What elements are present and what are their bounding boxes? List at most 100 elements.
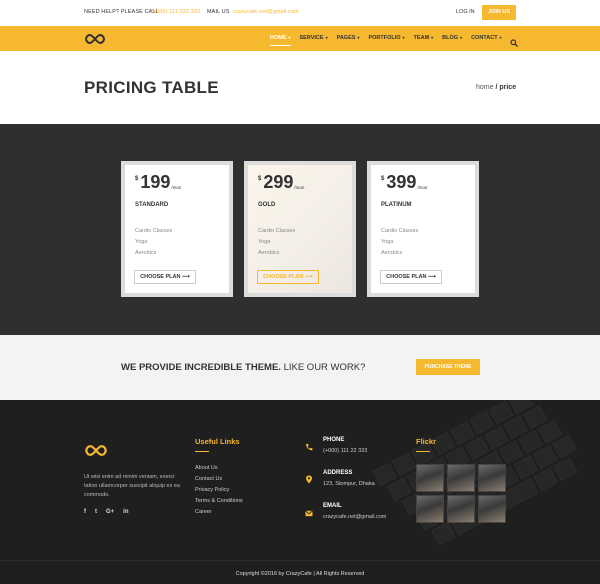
nav-item-label: PAGES	[336, 35, 356, 41]
page-title: PRICING TABLE	[84, 78, 219, 97]
chevron-down-icon: ▾	[431, 35, 434, 40]
plan-price: $ 199 /mon	[135, 173, 181, 191]
plan-feature: Cardio Classes	[381, 228, 419, 234]
search-icon[interactable]	[510, 34, 518, 52]
top-bar: NEED HELP? PLEASE CALL (+000) 111 222 33…	[0, 0, 600, 26]
currency-symbol: $	[258, 176, 262, 182]
chevron-down-icon: ▾	[460, 35, 463, 40]
plan-name: PLATINUM	[381, 202, 412, 208]
breadcrumb: home / price	[476, 84, 516, 91]
plan-feature: Aerobics	[381, 250, 403, 256]
pricing-card-platinum: $ 399 /mon PLATINUM Cardio Classes Yoga …	[367, 161, 479, 297]
pricing-card-gold: $ 299 /mon GOLD Cardio Classes Yoga Aero…	[244, 161, 356, 297]
plan-feature: Aerobics	[135, 250, 157, 256]
map-pin-icon	[305, 471, 313, 489]
choose-plan-button[interactable]: CHOOSE PLAN ⟶	[380, 270, 442, 284]
footer-description: Ut wisi enim ad minim veniam, exerci tat…	[84, 474, 180, 498]
nav-item-label: PORTFOLIO	[368, 35, 401, 41]
nav-item-portfolio[interactable]: PORTFOLIO ▾	[368, 35, 404, 41]
purchase-theme-button[interactable]: PURCHASE THEME	[416, 359, 480, 375]
facebook-icon[interactable]: f	[84, 509, 86, 515]
plan-feature: Aerobics	[258, 250, 280, 256]
currency-symbol: $	[381, 176, 385, 182]
nav-item-label: TEAM	[413, 35, 430, 41]
chevron-down-icon: ▾	[288, 35, 291, 40]
heading-underline	[416, 451, 430, 452]
email-label: EMAIL	[323, 503, 342, 509]
help-phone[interactable]: (+000) 111 222 333	[151, 9, 200, 15]
flickr-photo[interactable]	[416, 495, 444, 523]
pricing-section: $ 199 /mon STANDARD Cardio Classes Yoga …	[0, 124, 600, 335]
useful-links-list: About Us Contact Us Privacy Policy Terms…	[195, 465, 243, 520]
plan-feature: Yoga	[258, 239, 271, 245]
login-link[interactable]: LOG IN	[456, 9, 475, 15]
footer-link-privacy[interactable]: Privacy Policy	[195, 487, 243, 498]
footer-link-career[interactable]: Career	[195, 509, 243, 520]
nav-item-service[interactable]: SERVICE ▾	[300, 35, 328, 41]
nav-item-blog[interactable]: BLOG ▾	[442, 35, 462, 41]
main-nav: HOME ▾ SERVICE ▾ PAGES ▾ PORTFOLIO ▾ TEAM ▾ B…	[0, 26, 600, 51]
nav-item-label: BLOG	[442, 35, 459, 41]
envelope-icon	[305, 504, 313, 522]
help-label: NEED HELP? PLEASE CALL	[84, 9, 159, 15]
pricing-card-standard: $ 199 /mon STANDARD Cardio Classes Yoga …	[121, 161, 233, 297]
copyright-text: Copyright ©2016 by CrazyCafe | All Right…	[235, 571, 365, 577]
mail-link[interactable]: crazycafe.net@gmail.com	[233, 9, 299, 15]
choose-plan-button[interactable]: CHOOSE PLAN ⟶	[257, 270, 319, 284]
join-button[interactable]: JOIN US	[482, 5, 516, 20]
cta-text: WE PROVIDE INCREDIBLE THEME. LIKE OUR WO…	[121, 362, 365, 373]
mail-label: MAIL US	[207, 9, 230, 15]
linkedin-icon[interactable]: in	[123, 509, 128, 515]
phone-icon	[305, 438, 313, 456]
social-links: f t G+ in	[84, 509, 138, 515]
email-value[interactable]: crazycafe.net@gmail.com	[323, 514, 386, 520]
page-header: PRICING TABLE home / price	[0, 51, 600, 124]
plan-price: $ 399 /mon	[381, 173, 427, 191]
price-period: /mon	[171, 185, 182, 190]
plan-feature: Cardio Classes	[135, 228, 173, 234]
chevron-down-icon: ▾	[499, 35, 502, 40]
nav-item-contact[interactable]: CONTACT ▾	[471, 35, 502, 41]
flickr-photo[interactable]	[416, 464, 444, 492]
cta-rest-text: LIKE OUR WORK?	[280, 362, 366, 373]
nav-item-label: SERVICE	[299, 35, 324, 41]
footer-link-terms[interactable]: Terms & Conditions	[195, 498, 243, 509]
flickr-heading: Flickr	[416, 437, 437, 446]
phone-value[interactable]: (+000) 111 22 333	[323, 448, 367, 454]
plan-feature: Yoga	[135, 239, 148, 245]
cta-section: WE PROVIDE INCREDIBLE THEME. LIKE OUR WO…	[0, 335, 600, 400]
price-period: /mon	[417, 185, 428, 190]
nav-menu: HOME ▾ SERVICE ▾ PAGES ▾ PORTFOLIO ▾ TEAM ▾ B…	[270, 35, 511, 46]
plan-feature: Yoga	[381, 239, 394, 245]
price-amount: 199	[140, 172, 171, 192]
flickr-photo[interactable]	[447, 464, 475, 492]
google-plus-icon[interactable]: G+	[106, 509, 114, 515]
nav-item-label: CONTACT	[471, 35, 498, 41]
flickr-photo[interactable]	[478, 464, 506, 492]
useful-links-heading: Useful Links	[195, 437, 240, 446]
heading-underline	[195, 451, 209, 452]
cta-bold-text: WE PROVIDE INCREDIBLE THEME.	[121, 362, 281, 373]
plan-name: STANDARD	[135, 202, 169, 208]
breadcrumb-home[interactable]: home	[476, 84, 494, 91]
flickr-photo[interactable]	[478, 495, 506, 523]
footer-logo-icon[interactable]	[84, 444, 108, 462]
logo-icon[interactable]	[84, 32, 106, 50]
footer-link-contact[interactable]: Contact Us	[195, 476, 243, 487]
address-value: 123, Stompur, Dhaka	[323, 481, 375, 487]
nav-item-pages[interactable]: PAGES ▾	[337, 35, 360, 41]
chevron-down-icon: ▾	[357, 35, 360, 40]
address-label: ADDRESS	[323, 470, 353, 476]
twitter-icon[interactable]: t	[95, 509, 97, 515]
nav-item-team[interactable]: TEAM ▾	[414, 35, 434, 41]
footer-link-about[interactable]: About Us	[195, 465, 243, 476]
choose-plan-button[interactable]: CHOOSE PLAN ⟶	[134, 270, 196, 284]
footer-divider	[0, 560, 600, 561]
chevron-down-icon: ▾	[402, 35, 405, 40]
currency-symbol: $	[135, 176, 139, 182]
nav-item-home[interactable]: HOME ▾	[270, 35, 291, 46]
flickr-photo[interactable]	[447, 495, 475, 523]
price-amount: 399	[386, 172, 417, 192]
plan-name: GOLD	[258, 202, 276, 208]
plan-price: $ 299 /mon	[258, 173, 304, 191]
